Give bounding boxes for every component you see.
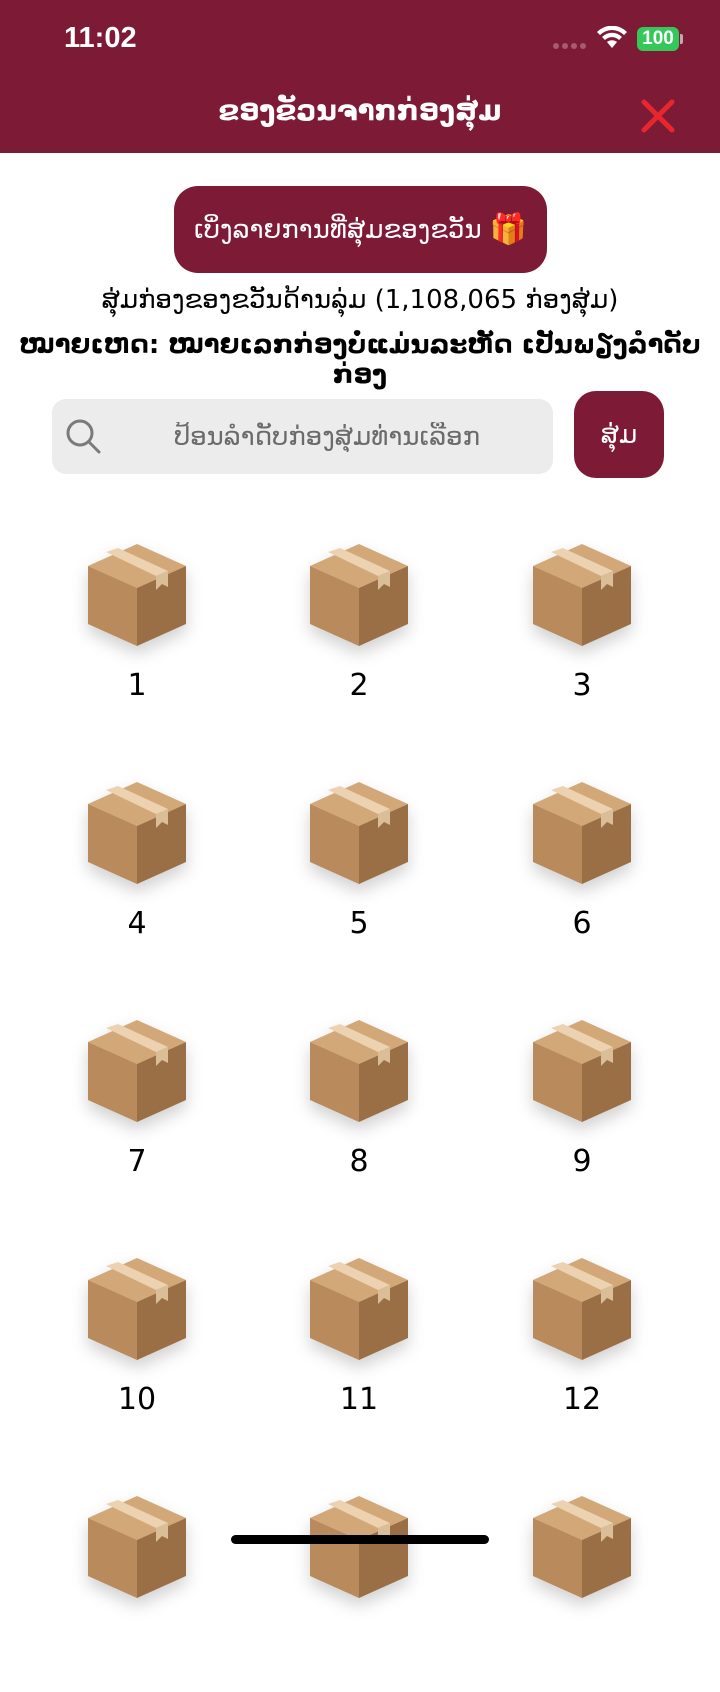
box-icon <box>88 782 186 884</box>
home-indicator <box>231 1535 489 1544</box>
note-text: ໝາຍເຫດ: ໝາຍເລກກ່ອງບໍ່ແມ່ນລະຫັດ ເປັນພຽງລຳ… <box>19 330 701 390</box>
gift-box-item[interactable] <box>502 1492 662 1692</box>
box-icon <box>533 782 631 884</box>
gift-box-item[interactable]: 9 <box>502 1016 662 1216</box>
box-number: 8 <box>349 1144 369 1179</box>
box-number: 9 <box>572 1144 592 1179</box>
box-number-input[interactable] <box>112 399 542 474</box>
view-history-button[interactable]: ເບິ່ງລາຍການທີ່ສຸ່ມຂອງຂວັນ 🎁 <box>174 186 547 273</box>
battery-icon: 100 <box>637 27 679 51</box>
box-number: 4 <box>127 906 147 941</box>
search-icon <box>66 419 101 454</box>
random-button[interactable]: ສຸ່ມ <box>574 391 664 478</box>
gift-icon: 🎁 <box>489 212 527 247</box>
box-icon <box>533 1258 631 1360</box>
gift-box-item[interactable]: 12 <box>502 1254 662 1454</box>
box-icon <box>88 1258 186 1360</box>
gift-box-item[interactable] <box>279 1492 439 1692</box>
box-count-text: ສຸ່ມກ່ອງຂອງຂວັນດ້ານລຸ່ມ (1,108,065 ກ່ອງສ… <box>101 285 619 315</box>
close-icon[interactable] <box>638 96 678 136</box>
gift-box-item[interactable]: 7 <box>57 1016 217 1216</box>
box-icon <box>533 1496 631 1598</box>
gift-box-item[interactable]: 1 <box>57 540 217 740</box>
gift-box-item[interactable]: 10 <box>57 1254 217 1454</box>
gift-box-item[interactable] <box>57 1492 217 1692</box>
box-number: 12 <box>562 1382 602 1417</box>
random-button-label: ສຸ່ມ <box>600 419 638 450</box>
box-icon <box>88 1496 186 1598</box>
page-title: ຂອງຂັວນຈາກກ່ອງສຸ່ມ <box>218 94 502 127</box>
box-icon <box>310 782 408 884</box>
wifi-icon <box>597 26 627 48</box>
box-icon <box>88 544 186 646</box>
gift-box-item[interactable]: 6 <box>502 778 662 978</box>
box-icon <box>533 1020 631 1122</box>
status-time: 11:02 <box>64 22 137 54</box>
box-number: 11 <box>339 1382 379 1417</box>
gift-box-item[interactable]: 2 <box>279 540 439 740</box>
box-number: 2 <box>349 668 369 703</box>
box-icon <box>310 1258 408 1360</box>
battery-tip <box>680 34 683 44</box>
gift-box-item[interactable]: 5 <box>279 778 439 978</box>
box-number: 6 <box>572 906 592 941</box>
box-number: 1 <box>127 668 147 703</box>
box-icon <box>310 544 408 646</box>
box-number: 7 <box>127 1144 147 1179</box>
top-bar: 11:02 100 ຂອງຂັວນຈາກກ່ອງສຸ່ມ <box>0 0 720 153</box>
gift-box-item[interactable]: 11 <box>279 1254 439 1454</box>
box-number: 10 <box>117 1382 157 1417</box>
cellular-signal-icon <box>553 43 586 49</box>
search-box <box>52 399 553 474</box>
box-number: 3 <box>572 668 592 703</box>
box-icon <box>533 544 631 646</box>
box-number: 5 <box>349 906 369 941</box>
view-history-label: ເບິ່ງລາຍການທີ່ສຸ່ມຂອງຂວັນ <box>194 214 482 245</box>
gift-box-item[interactable]: 3 <box>502 540 662 740</box>
box-icon <box>310 1020 408 1122</box>
gift-box-item[interactable]: 4 <box>57 778 217 978</box>
gift-box-item[interactable]: 8 <box>279 1016 439 1216</box>
battery-level: 100 <box>642 28 674 49</box>
box-icon <box>310 1496 408 1598</box>
box-icon <box>88 1020 186 1122</box>
